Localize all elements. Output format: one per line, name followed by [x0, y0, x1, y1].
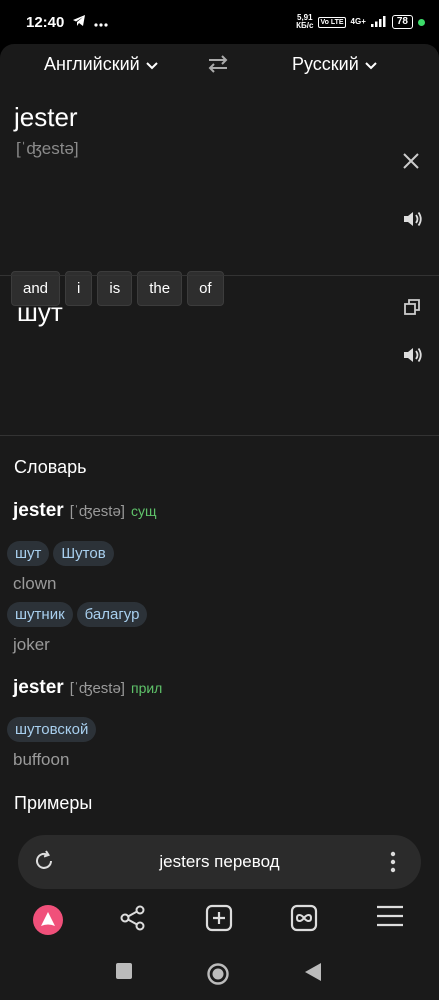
- share-icon: [119, 905, 147, 936]
- copy-button[interactable]: [403, 298, 421, 321]
- close-icon: [402, 153, 420, 174]
- copy-icon: [403, 299, 421, 320]
- recents-button[interactable]: [115, 962, 133, 985]
- speaker-icon: [402, 211, 424, 232]
- tabs-button[interactable]: [290, 904, 318, 937]
- browser-search-bar[interactable]: jesters перевод: [18, 835, 421, 889]
- translation-chip[interactable]: шутник: [7, 602, 73, 627]
- entry-word: jester: [13, 500, 64, 521]
- source-input-area[interactable]: jester [ˈʤestə] and i is the of: [0, 88, 439, 320]
- entry-part-of-speech: сущ: [130, 503, 157, 519]
- examples-title: Примеры: [14, 793, 93, 813]
- translation-chip[interactable]: Шутов: [53, 541, 114, 566]
- privacy-dot: [418, 18, 425, 26]
- network-type: 4G+: [350, 17, 366, 26]
- speak-source-button[interactable]: [402, 210, 424, 233]
- translation-chips: шутовской: [7, 717, 97, 742]
- entry-transcription: [ˈʤestə]: [69, 680, 125, 697]
- status-time: 12:40: [26, 13, 65, 31]
- speaker-icon: [402, 347, 424, 368]
- more-notifications-icon: [94, 14, 108, 31]
- triangle-back-icon: [304, 963, 322, 986]
- synonym-text[interactable]: clown: [13, 574, 56, 594]
- divider: [0, 275, 439, 276]
- search-query[interactable]: jesters перевод: [18, 852, 421, 872]
- source-language-label: Английский: [44, 54, 140, 74]
- tabs-icon: [290, 904, 318, 936]
- entry-transcription: [ˈʤestə]: [69, 503, 125, 520]
- suggestion-chip[interactable]: is: [97, 271, 133, 306]
- translation-chip[interactable]: шут: [7, 541, 50, 566]
- entry-part-of-speech: прил: [130, 680, 163, 696]
- chevron-down-icon: [146, 54, 158, 75]
- net-speed-unit: КБ/с: [296, 21, 314, 30]
- circle-icon: [206, 963, 230, 990]
- signal-icon: [370, 14, 387, 31]
- suggestion-chip[interactable]: of: [187, 271, 224, 306]
- battery-indicator: 78: [391, 15, 413, 29]
- swap-icon: [207, 55, 229, 78]
- translation-text: шут: [17, 297, 63, 327]
- chevron-down-icon: [365, 54, 377, 75]
- source-text[interactable]: jester: [14, 102, 78, 133]
- back-button[interactable]: [304, 962, 322, 987]
- translation-chip[interactable]: шутовской: [7, 717, 97, 742]
- new-tab-button[interactable]: [205, 904, 233, 937]
- divider: [0, 435, 439, 436]
- telegram-icon: [72, 14, 86, 31]
- alice-button[interactable]: [32, 904, 64, 941]
- system-navigation-bar: [0, 954, 439, 1000]
- more-options-button[interactable]: [388, 850, 398, 879]
- browser-bottom-nav: [0, 894, 439, 948]
- translation-chip[interactable]: балагур: [76, 602, 148, 627]
- clear-button[interactable]: [402, 152, 420, 175]
- synonym-text[interactable]: joker: [13, 635, 50, 655]
- translator-app: Английский Русский jester [ˈʤestə] and i…: [0, 44, 439, 1000]
- menu-icon: [376, 905, 404, 932]
- dictionary-entry-head: jester [ˈʤestə] сущ: [13, 500, 157, 522]
- add-tab-icon: [205, 904, 233, 936]
- alice-icon: [32, 905, 64, 940]
- source-transcription: [ˈʤestə]: [16, 139, 79, 158]
- target-language-label: Русский: [292, 54, 359, 74]
- dictionary-entry-head: jester [ˈʤestə] прил: [13, 677, 162, 699]
- suggestion-chip[interactable]: the: [137, 271, 183, 306]
- suggestion-chip[interactable]: i: [65, 271, 93, 306]
- speak-translation-button[interactable]: [402, 346, 424, 369]
- net-speed: 5,91 КБ/с: [296, 14, 313, 30]
- square-icon: [115, 963, 133, 984]
- translation-chips: шутник балагур: [7, 602, 148, 627]
- entry-word: jester: [13, 677, 64, 698]
- volte-badge: Vo LTE: [318, 16, 346, 28]
- menu-button[interactable]: [376, 904, 404, 933]
- share-button[interactable]: [119, 904, 147, 937]
- swap-languages-button[interactable]: [207, 54, 229, 79]
- dictionary-title: Словарь: [14, 457, 87, 477]
- synonym-text[interactable]: buffoon: [13, 750, 69, 770]
- status-bar: 12:40 5,91 КБ/с Vo LTE 4G+ 78: [0, 0, 439, 44]
- translation-chips: шут Шутов: [7, 541, 114, 566]
- target-language-select[interactable]: Русский: [292, 54, 377, 75]
- more-vertical-icon: [388, 851, 398, 878]
- language-bar: Английский Русский: [0, 44, 439, 88]
- home-button[interactable]: [206, 962, 230, 991]
- source-language-select[interactable]: Английский: [44, 54, 158, 75]
